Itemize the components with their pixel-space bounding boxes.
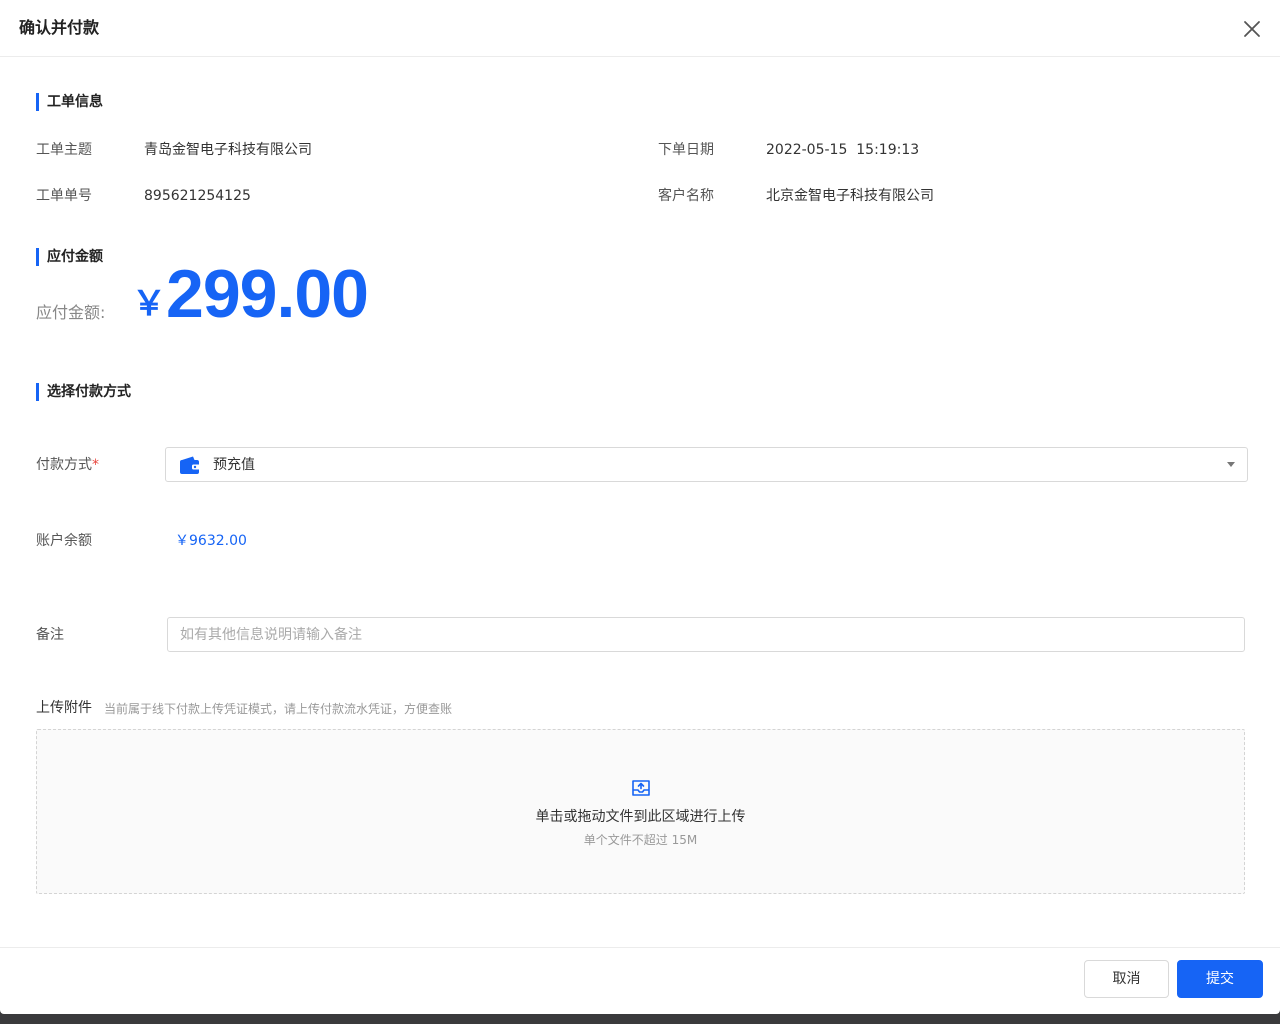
close-icon[interactable] bbox=[1240, 17, 1264, 41]
subject-label: 工单主题 bbox=[36, 142, 92, 158]
payment-method-value: 预充值 bbox=[213, 457, 255, 473]
confirm-payment-modal: 确认并付款 工单信息 工单主题 青岛金智电子科技有限公司 下单日期 2022-0… bbox=[0, 0, 1280, 1014]
order-number-value: 895621254125 bbox=[144, 188, 251, 204]
upload-title: 上传附件 bbox=[36, 700, 92, 716]
modal-title: 确认并付款 bbox=[19, 18, 100, 37]
customer-name-label: 客户名称 bbox=[658, 188, 714, 204]
order-date-value: 2022-05-15 15:19:13 bbox=[766, 142, 920, 158]
amount-value: 299.00 bbox=[166, 256, 369, 332]
remark-label: 备注 bbox=[36, 627, 64, 643]
amount-currency: ￥ bbox=[132, 284, 166, 324]
section-title-work-order: 工单信息 bbox=[36, 93, 103, 111]
section-title-payment: 选择付款方式 bbox=[36, 383, 131, 401]
customer-name-value: 北京金智电子科技有限公司 bbox=[766, 188, 934, 204]
payment-method-label: 付款方式* bbox=[36, 455, 99, 475]
upload-main-text: 单击或拖动文件到此区域进行上传 bbox=[535, 809, 746, 825]
submit-button[interactable]: 提交 bbox=[1177, 960, 1263, 998]
caret-down-icon bbox=[1227, 462, 1235, 467]
payment-method-select[interactable]: 预充值 bbox=[165, 447, 1248, 482]
inbox-upload-icon bbox=[630, 778, 652, 798]
balance-value: ￥9632.00 bbox=[175, 533, 247, 549]
modal-footer: 取消 提交 bbox=[0, 947, 1280, 1014]
subject-value: 青岛金智电子科技有限公司 bbox=[144, 142, 312, 158]
order-number-label: 工单单号 bbox=[36, 188, 92, 204]
modal-header: 确认并付款 bbox=[0, 0, 1280, 57]
section-title-amount: 应付金额 bbox=[36, 248, 103, 266]
upload-sub-text: 单个文件不超过 15M bbox=[583, 833, 698, 847]
wallet-icon bbox=[179, 455, 201, 475]
cancel-button[interactable]: 取消 bbox=[1084, 960, 1169, 998]
remark-input[interactable] bbox=[167, 617, 1245, 652]
upload-dropzone[interactable]: 单击或拖动文件到此区域进行上传 单个文件不超过 15M bbox=[36, 729, 1245, 894]
balance-label: 账户余额 bbox=[36, 533, 92, 549]
order-date-label: 下单日期 bbox=[658, 142, 714, 158]
amount-label: 应付金额: bbox=[36, 303, 106, 322]
payment-method-label-text: 付款方式 bbox=[36, 457, 92, 473]
required-mark: * bbox=[92, 457, 99, 473]
upload-hint: 当前属于线下付款上传凭证模式，请上传付款流水凭证，方便查账 bbox=[104, 702, 453, 716]
